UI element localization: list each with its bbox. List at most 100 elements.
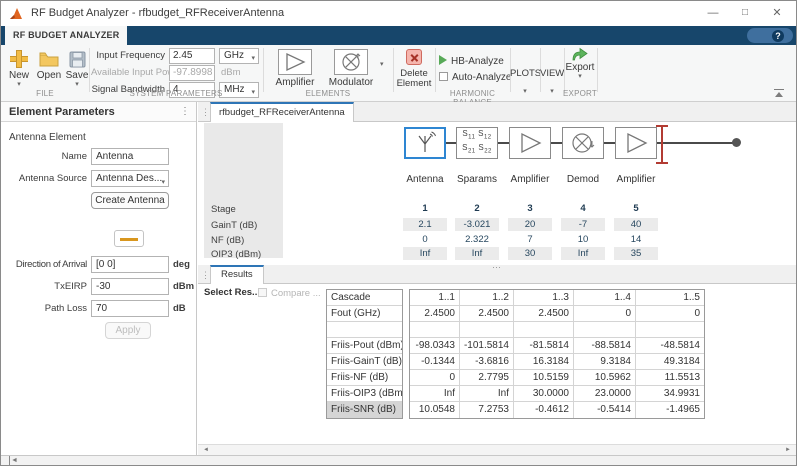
nf-value[interactable]: 7 bbox=[508, 233, 552, 246]
results-cell[interactable]: -0.5414 bbox=[574, 402, 636, 418]
scroll-left-icon[interactable]: ◄ bbox=[200, 445, 212, 455]
results-cell[interactable]: -3.6816 bbox=[460, 354, 514, 370]
select-results-dropdown[interactable]: Select Res... ▾ bbox=[204, 287, 266, 298]
results-corner-cell[interactable]: Cascade bbox=[327, 290, 402, 306]
nf-value[interactable]: 0 bbox=[403, 233, 447, 246]
export-button[interactable]: Export ▾ bbox=[563, 47, 597, 81]
oip3-value[interactable]: Inf bbox=[403, 247, 447, 260]
gaint-value[interactable]: -7 bbox=[561, 218, 605, 231]
plots-dropdown[interactable]: PLOTS ▾ bbox=[510, 45, 540, 102]
tab-drag-handle-icon[interactable]: ⋮ bbox=[201, 265, 210, 285]
block-amplifier-1[interactable] bbox=[509, 127, 551, 159]
results-cell[interactable] bbox=[514, 322, 574, 338]
save-button[interactable]: Save ▾ bbox=[63, 48, 91, 89]
results-cell[interactable] bbox=[460, 322, 514, 338]
export-caret-icon[interactable]: ▾ bbox=[563, 73, 597, 81]
save-caret-icon[interactable]: ▾ bbox=[63, 81, 91, 89]
scroll-right-icon[interactable]: ► bbox=[782, 445, 794, 455]
maximize-button[interactable]: □ bbox=[730, 1, 760, 26]
results-cell[interactable]: 10.0548 bbox=[410, 402, 460, 418]
view-dropdown[interactable]: VIEW ▾ bbox=[540, 45, 564, 102]
input-frequency-field[interactable]: 2.45 bbox=[169, 48, 215, 64]
new-button[interactable]: New ▾ bbox=[5, 48, 33, 89]
results-column-header[interactable]: 1..1 bbox=[410, 290, 460, 306]
results-cell[interactable] bbox=[574, 322, 636, 338]
results-cell[interactable]: 0 bbox=[410, 370, 460, 386]
results-row-header[interactable]: Fout (GHz) bbox=[327, 306, 402, 322]
results-row-header[interactable]: Friis-GainT (dB) bbox=[327, 354, 402, 370]
results-cell[interactable]: 34.9931 bbox=[636, 386, 704, 402]
direction-of-arrival-field[interactable]: [0 0] bbox=[91, 256, 169, 273]
open-button[interactable]: Open bbox=[35, 48, 63, 81]
auto-analyze-checkbox[interactable]: Auto-Analyze bbox=[439, 72, 511, 84]
results-cell[interactable]: 9.3184 bbox=[574, 354, 636, 370]
results-cell[interactable]: Inf bbox=[460, 386, 514, 402]
checkbox-icon[interactable] bbox=[439, 72, 448, 81]
results-cell[interactable]: 2.7795 bbox=[460, 370, 514, 386]
block-sparams[interactable]: S11 S12S21 S22 bbox=[456, 127, 498, 159]
results-cell[interactable]: 2.4500 bbox=[514, 306, 574, 322]
amplifier-button[interactable]: Amplifier bbox=[267, 49, 323, 88]
tab-rf-budget-analyzer[interactable]: RF BUDGET ANALYZER bbox=[5, 26, 127, 45]
results-cell[interactable]: -101.5814 bbox=[460, 338, 514, 354]
results-row-header[interactable] bbox=[327, 322, 402, 338]
panel-menu-icon[interactable]: ⋮ bbox=[180, 102, 190, 122]
create-antenna-button[interactable]: Create Antenna bbox=[91, 192, 169, 209]
results-cell[interactable]: -0.4612 bbox=[514, 402, 574, 418]
results-row-header[interactable]: Friis-SNR (dB) bbox=[327, 402, 402, 418]
collapse-panel-icon[interactable]: ◄ bbox=[9, 456, 18, 465]
results-cell[interactable]: 2.4500 bbox=[410, 306, 460, 322]
results-row-header[interactable]: Friis-OIP3 (dBm) bbox=[327, 386, 402, 402]
gaint-value[interactable]: -3.021 bbox=[455, 218, 499, 231]
path-loss-field[interactable]: 70 bbox=[91, 300, 169, 317]
results-cell[interactable]: -88.5814 bbox=[574, 338, 636, 354]
modulator-button[interactable]: Modulator bbox=[323, 49, 379, 88]
results-cell[interactable] bbox=[636, 322, 704, 338]
results-column-header[interactable]: 1..4 bbox=[574, 290, 636, 306]
results-cell[interactable]: -98.0343 bbox=[410, 338, 460, 354]
results-cell[interactable] bbox=[410, 322, 460, 338]
results-cell[interactable]: 49.3184 bbox=[636, 354, 704, 370]
results-row-header[interactable]: Friis-Pout (dBm) bbox=[327, 338, 402, 354]
results-cell[interactable]: -1.4965 bbox=[636, 402, 704, 418]
horizontal-scrollbar[interactable]: ◄ ► bbox=[198, 444, 796, 455]
block-antenna[interactable] bbox=[404, 127, 446, 159]
results-column-header[interactable]: 1..3 bbox=[514, 290, 574, 306]
nf-value[interactable]: 2.322 bbox=[455, 233, 499, 246]
close-button[interactable]: ✕ bbox=[762, 1, 792, 26]
nf-value[interactable]: 10 bbox=[561, 233, 605, 246]
measurement-marker[interactable] bbox=[656, 125, 668, 164]
elements-gallery-caret-icon[interactable]: ▾ bbox=[380, 61, 384, 69]
nf-value[interactable]: 14 bbox=[614, 233, 658, 246]
input-frequency-unit-dropdown[interactable]: GHz ▾ bbox=[219, 48, 259, 64]
help-icon[interactable]: ? bbox=[772, 30, 784, 42]
results-cell[interactable]: 30.0000 bbox=[514, 386, 574, 402]
results-cell[interactable]: 10.5962 bbox=[574, 370, 636, 386]
results-cell[interactable]: 7.2753 bbox=[460, 402, 514, 418]
results-cell[interactable]: -48.5814 bbox=[636, 338, 704, 354]
oip3-value[interactable]: Inf bbox=[561, 247, 605, 260]
gaint-value[interactable]: 20 bbox=[508, 218, 552, 231]
antenna-source-dropdown[interactable]: Antenna Des... ▾ bbox=[91, 170, 169, 187]
diagram-canvas[interactable]: S11 S12S21 S22 bbox=[198, 122, 796, 265]
results-cell[interactable]: 0 bbox=[636, 306, 704, 322]
results-cell[interactable]: -81.5814 bbox=[514, 338, 574, 354]
oip3-value[interactable]: 30 bbox=[508, 247, 552, 260]
results-cell[interactable]: 0 bbox=[574, 306, 636, 322]
results-cell[interactable]: 16.3184 bbox=[514, 354, 574, 370]
tab-drag-handle-icon[interactable]: ⋮ bbox=[201, 102, 210, 122]
results-cell[interactable]: 23.0000 bbox=[574, 386, 636, 402]
hb-analyze-button[interactable]: HB-Analyze bbox=[439, 55, 504, 68]
oip3-value[interactable]: 35 bbox=[614, 247, 658, 260]
delete-element-button[interactable]: Delete Element bbox=[395, 49, 433, 89]
results-tab[interactable]: Results bbox=[210, 265, 264, 284]
results-cell[interactable]: Inf bbox=[410, 386, 460, 402]
apply-button[interactable]: Apply bbox=[105, 322, 151, 339]
compare-checkbox[interactable]: Compare ... bbox=[258, 288, 321, 299]
block-amplifier-2[interactable] bbox=[615, 127, 657, 159]
results-cell[interactable]: 2.4500 bbox=[460, 306, 514, 322]
results-cell[interactable]: 11.5513 bbox=[636, 370, 704, 386]
results-column-header[interactable]: 1..2 bbox=[460, 290, 514, 306]
checkbox-icon[interactable] bbox=[258, 288, 267, 297]
gaint-value[interactable]: 40 bbox=[614, 218, 658, 231]
